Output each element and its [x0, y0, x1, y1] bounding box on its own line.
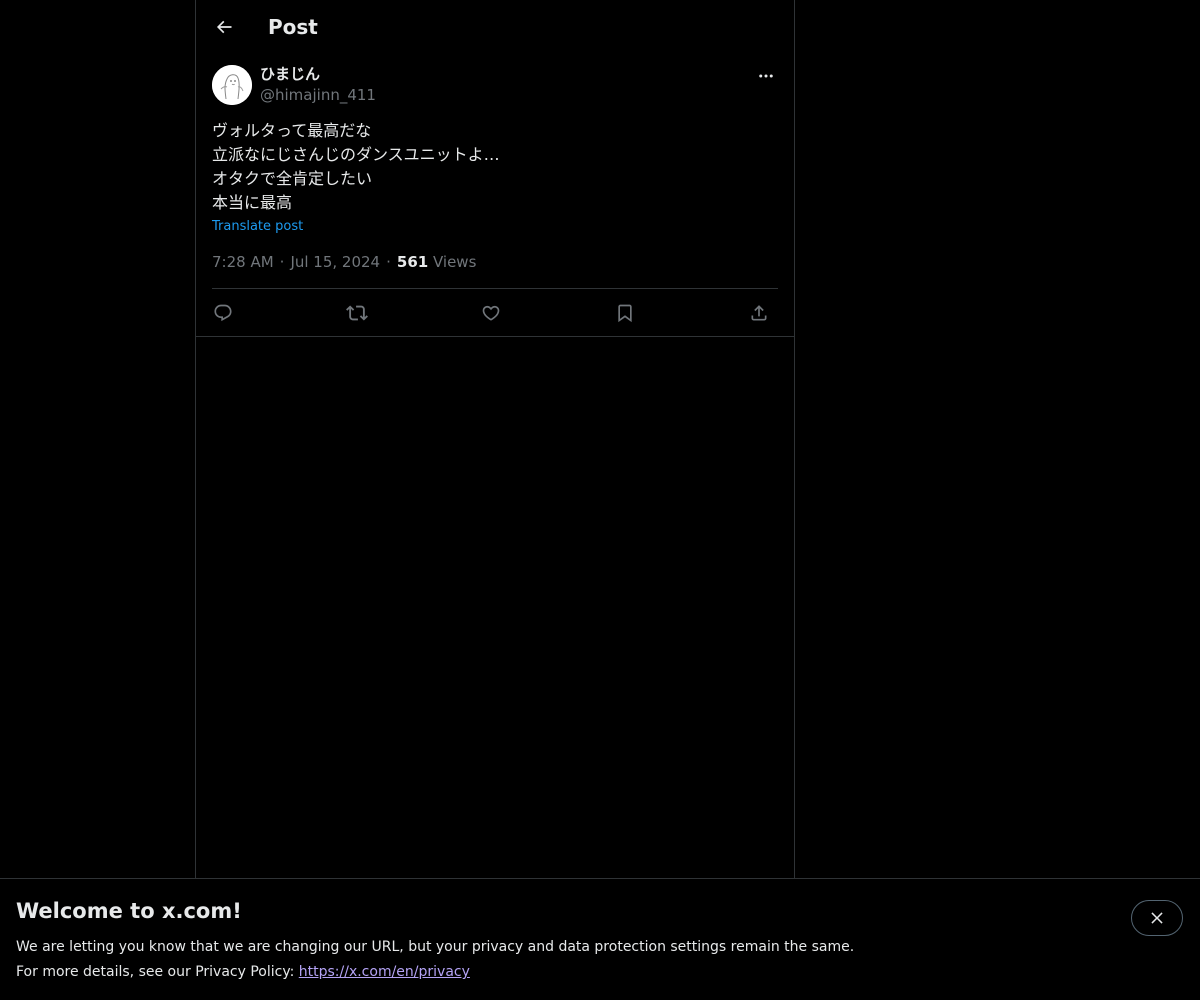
post-text-line: 本当に最高: [212, 193, 293, 212]
banner-line-1: We are letting you know that we are chan…: [16, 939, 855, 955]
translate-post-button[interactable]: Translate post: [212, 218, 303, 236]
post-actions-bar: [212, 296, 778, 330]
avatar-sketch-icon: [212, 65, 252, 105]
post-text-line: ヴォルタって最高だな: [212, 121, 372, 140]
bookmark-button[interactable]: [608, 296, 642, 330]
post-date[interactable]: Jul 15, 2024: [290, 253, 380, 271]
banner-message: We are letting you know that we are chan…: [16, 935, 854, 985]
post-text: ヴォルタって最高だな 立派なにじさんじのダンスユニットよ… オタクで全肯定したい…: [212, 119, 778, 215]
avatar[interactable]: [212, 65, 252, 105]
page-header: Post: [196, 0, 794, 54]
repost-button[interactable]: [340, 296, 374, 330]
primary-column: Post ひまじん @himajinn_411 ヴォルタって最高だな 立派なにじ…: [195, 0, 795, 1000]
page-title: Post: [268, 15, 318, 39]
banner-line-2: For more details, see our Privacy Policy…: [16, 964, 299, 980]
meta-separator: ·: [386, 253, 391, 271]
share-icon: [751, 305, 767, 321]
back-button[interactable]: [208, 11, 240, 43]
more-horizontal-icon: [759, 74, 773, 78]
post-author[interactable]: ひまじん @himajinn_411: [260, 64, 376, 106]
close-icon: [1151, 912, 1163, 924]
like-button[interactable]: [474, 296, 508, 330]
share-button[interactable]: [742, 296, 776, 330]
reply-button[interactable]: [206, 296, 240, 330]
post-time[interactable]: 7:28 AM: [212, 253, 274, 271]
meta-separator: ·: [279, 253, 285, 271]
heart-icon: [482, 305, 500, 321]
bookmark-icon: [618, 304, 632, 323]
actions-divider: [212, 288, 778, 289]
reply-icon: [214, 304, 232, 322]
author-display-name[interactable]: ひまじん: [260, 64, 376, 84]
repost-icon: [346, 305, 368, 321]
banner-title: Welcome to x.com!: [16, 899, 242, 923]
banner-close-button[interactable]: [1131, 900, 1183, 936]
post-metadata: 7:28 AM · Jul 15, 2024 · 561 Views: [212, 251, 476, 273]
arrow-left-icon: [216, 20, 232, 34]
views-label: Views: [432, 253, 477, 271]
post-text-line: オタクで全肯定したい: [212, 169, 373, 188]
views-count: 561: [396, 253, 429, 271]
more-options-button[interactable]: [754, 66, 778, 86]
author-handle[interactable]: @himajinn_411: [260, 84, 376, 106]
post-text-line: 立派なにじさんじのダンスユニットよ…: [212, 145, 500, 164]
post-bottom-divider: [196, 336, 794, 337]
privacy-policy-link[interactable]: https://x.com/en/privacy: [299, 964, 470, 980]
welcome-banner: Welcome to x.com! We are letting you kno…: [0, 878, 1200, 1000]
